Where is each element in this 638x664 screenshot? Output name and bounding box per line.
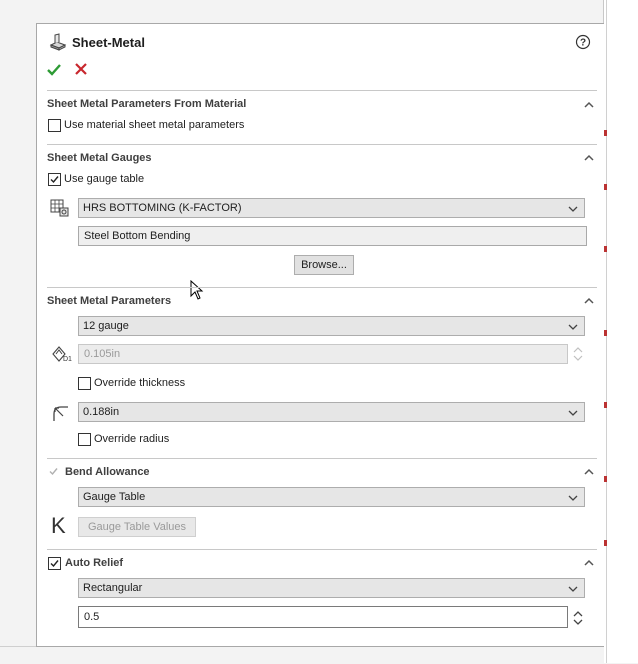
graphics-marker [604,184,607,190]
relief-ratio-spinner-icon[interactable] [572,607,584,629]
section-divider [47,287,597,288]
relief-ratio-input[interactable]: 0.5 [78,606,568,628]
use-gauge-table-checkbox[interactable] [48,173,61,186]
bend-allowance-type-value: Gauge Table [83,491,146,503]
collapse-chevron-icon[interactable] [583,99,595,111]
use-material-checkbox[interactable] [48,119,61,132]
k-factor-icon: K [51,513,66,538]
cancel-close-icon[interactable] [74,62,88,76]
panel-title: Sheet-Metal [72,35,145,50]
auto-relief-section-title: Auto Relief [65,557,124,569]
gauge-table-icon [50,198,70,218]
status-strip [0,646,604,664]
collapse-chevron-icon[interactable] [583,295,595,307]
relief-type-dropdown[interactable]: Rectangular [78,578,585,598]
collapse-chevron-icon[interactable] [583,466,595,478]
browse-button[interactable]: Browse... [294,255,354,275]
graphics-marker [604,402,607,408]
ok-checkmark-icon[interactable] [46,62,62,78]
graphics-marker [604,130,607,136]
thickness-field: 0.105in [78,344,568,364]
graphics-marker [604,246,607,252]
gauge-table-value: HRS BOTTOMING (K-FACTOR) [83,202,242,214]
use-material-label: Use material sheet metal parameters [64,119,245,131]
mouse-cursor-icon [190,279,204,300]
override-thickness-checkbox[interactable] [78,377,91,390]
bend-radius-dropdown[interactable]: 0.188in [78,402,585,422]
section-divider [47,549,597,550]
graphics-marker [604,476,607,482]
override-radius-label: Override radius [94,433,170,445]
bend-allowance-type-dropdown[interactable]: Gauge Table [78,487,585,507]
gauge-description-value: Steel Bottom Bending [84,230,191,242]
gauge-description-field: Steel Bottom Bending [78,226,587,246]
relief-type-value: Rectangular [83,582,143,594]
auto-relief-checkbox[interactable] [48,557,61,570]
thickness-spinner-icon [572,344,584,364]
gauge-table-dropdown[interactable]: HRS BOTTOMING (K-FACTOR) [78,198,585,218]
use-gauge-table-label: Use gauge table [64,173,145,185]
bend-radius-icon [50,403,70,423]
bend-allowance-checkbox[interactable] [48,466,59,477]
svg-text:?: ? [580,38,586,49]
graphics-marker [604,330,607,336]
collapse-chevron-icon[interactable] [583,152,595,164]
section-divider [47,90,597,91]
gauge-table-values-button[interactable]: Gauge Table Values [78,517,196,537]
svg-text:D1: D1 [63,356,72,363]
collapse-chevron-icon[interactable] [583,557,595,569]
bend-radius-value: 0.188in [83,406,120,418]
gauge-value: 12 gauge [83,320,129,332]
help-icon[interactable]: ? [575,34,591,50]
chevron-down-icon [568,324,578,330]
graphics-area-edge [603,0,638,663]
parameters-section-title: Sheet Metal Parameters [47,295,172,307]
override-thickness-label: Override thickness [94,377,186,389]
bend-allowance-section-title: Bend Allowance [65,466,150,478]
graphics-marker [604,540,607,546]
sheet-metal-icon [48,32,68,52]
material-section-title: Sheet Metal Parameters From Material [47,98,247,110]
gauge-dropdown[interactable]: 12 gauge [78,316,585,336]
chevron-down-icon [568,410,578,416]
override-radius-checkbox[interactable] [78,433,91,446]
section-divider [47,144,597,145]
chevron-down-icon [568,495,578,501]
thickness-icon: D1 [50,344,72,364]
chevron-down-icon [568,206,578,212]
relief-ratio-value: 0.5 [84,611,100,623]
thickness-value: 0.105in [84,348,121,360]
gauges-section-title: Sheet Metal Gauges [47,152,152,164]
chevron-down-icon [568,586,578,592]
section-divider [47,458,597,459]
